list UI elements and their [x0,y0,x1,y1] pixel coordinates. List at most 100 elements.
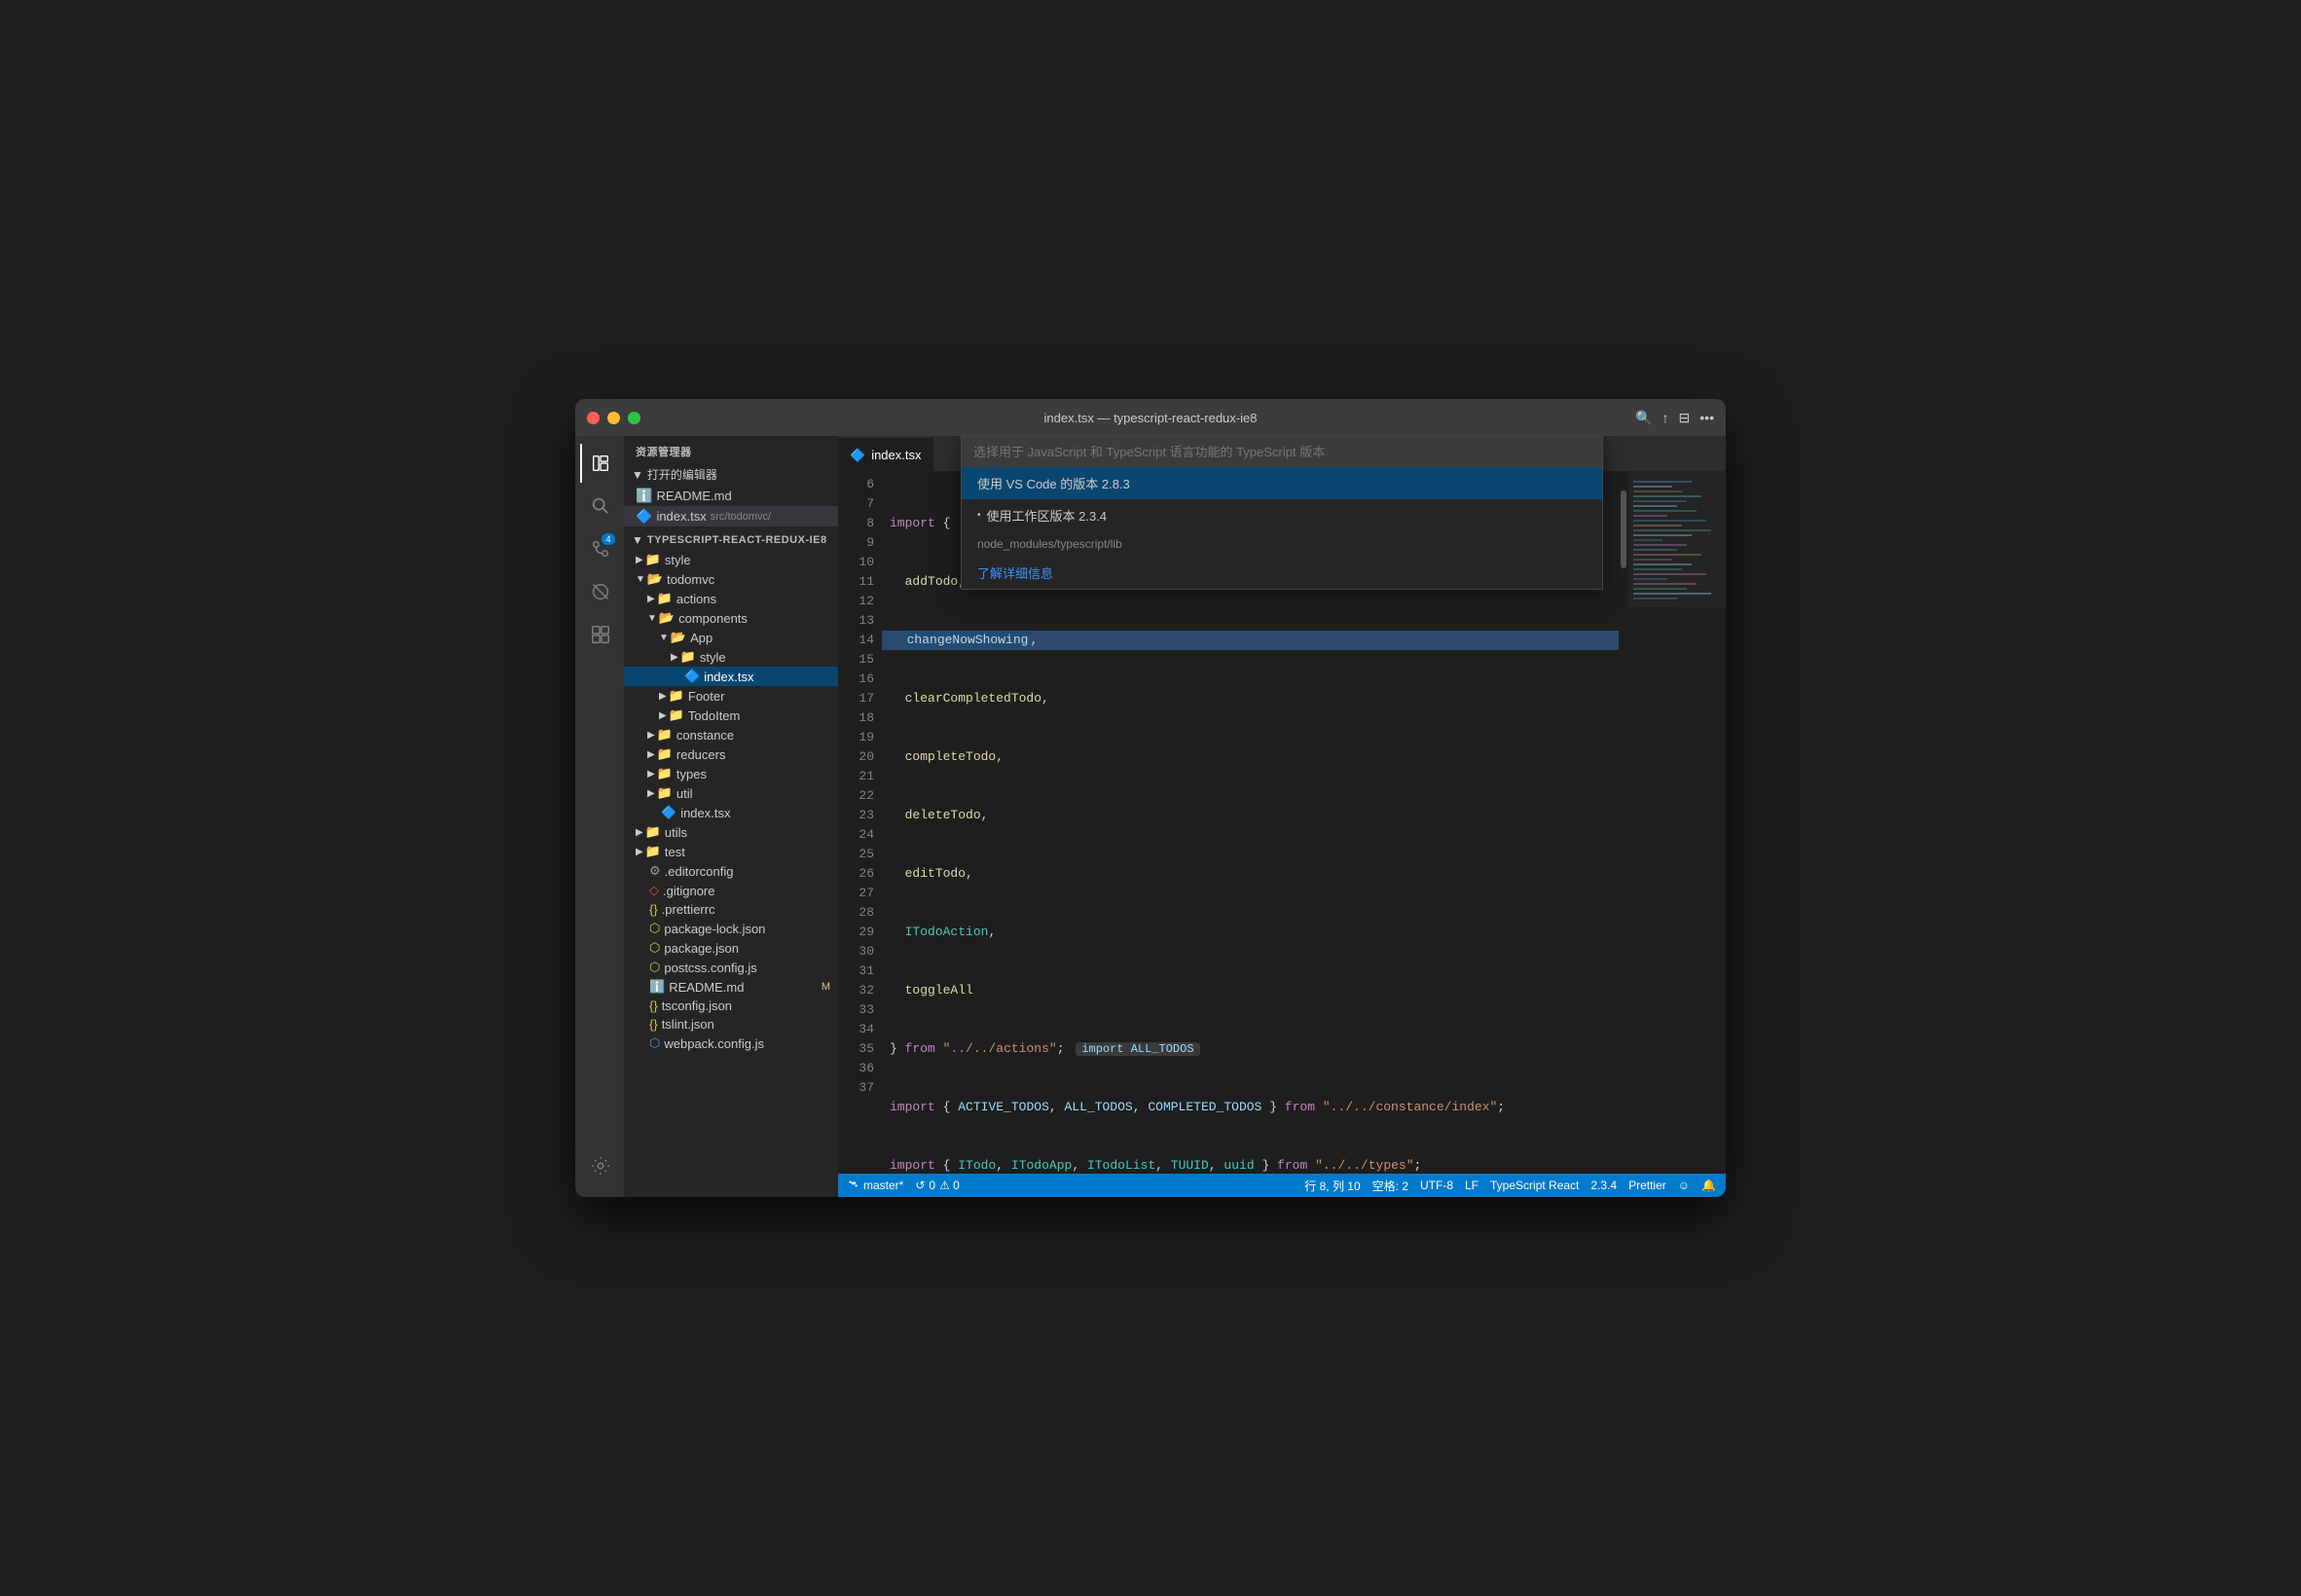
project-chevron: ▼ [632,533,643,547]
close-button[interactable] [587,412,600,424]
tree-utils[interactable]: ▶ 📁 utils [624,822,838,842]
chevron-test: ▶ [636,847,643,857]
tree-components[interactable]: ▼ 📂 components [624,608,838,628]
tree-prettierrc[interactable]: {} .prettierrc [624,900,838,919]
status-position[interactable]: 行 8, 列 10 [1304,1178,1360,1194]
package-lock-label: package-lock.json [664,922,765,936]
title-bar-actions: 🔍 ↑ ⊟ ••• [1635,410,1714,426]
tree-tslint[interactable]: {} tslint.json [624,1015,838,1034]
chevron-reducers: ▶ [647,749,655,760]
minimize-button[interactable] [607,412,620,424]
tree-package-lock[interactable]: ⬡ package-lock.json [624,919,838,938]
folder-app-style-label: style [700,650,726,665]
tree-todoitem[interactable]: ▶ 📁 TodoItem [624,706,838,725]
search-icon[interactable]: 🔍 [1635,410,1652,426]
ts-learn-more-link[interactable]: 了解详细信息 [962,557,1602,589]
ts-path-display: node_modules/typescript/lib [962,531,1602,557]
minimap-svg [1628,471,1726,1152]
ts-dropdown-search-input[interactable] [962,437,1602,467]
tree-package[interactable]: ⬡ package.json [624,938,838,958]
line-9: clearCompletedTodo, [882,689,1619,708]
open-editors-section[interactable]: ▼ 打开的编辑器 [624,463,838,486]
smiley-icon: ☺ [1678,1179,1690,1192]
open-editor-index[interactable]: 🔷 index.tsx src/todomvc/ [624,506,838,526]
tree-footer[interactable]: ▶ 📁 Footer [624,686,838,706]
folder-reducers-icon: 📁 [657,746,673,762]
tree-types[interactable]: ▶ 📁 types [624,764,838,783]
status-spaces[interactable]: 空格: 2 [1372,1178,1408,1194]
tree-util[interactable]: ▶ 📁 util [624,783,838,803]
tree-editorconfig[interactable]: ⚙ .editorconfig [624,861,838,881]
tree-actions[interactable]: ▶ 📁 actions [624,589,838,608]
ts-option-vscode[interactable]: 使用 VS Code 的版本 2.8.3 [962,467,1602,499]
line-14: toggleAll [882,981,1619,1000]
sidebar-header: 资源管理器 [624,436,838,463]
chevron-app: ▼ [659,633,669,643]
status-sync[interactable]: ↺ 0 ⚠ 0 [915,1179,960,1192]
prettier-label: Prettier [1628,1179,1666,1192]
status-bar: master* ↺ 0 ⚠ 0 行 8, 列 10 空格: 2 UTF-8 [838,1174,1726,1197]
tree-constance[interactable]: ▶ 📁 constance [624,725,838,744]
tree-test[interactable]: ▶ 📁 test [624,842,838,861]
tree-tsconfig[interactable]: {} tsconfig.json [624,997,838,1015]
tab-ts-icon: 🔷 [850,448,865,463]
folder-footer-label: Footer [688,689,725,704]
chevron-style: ▶ [636,555,643,565]
source-control-badge: 4 [602,533,615,545]
tree-index-tsx[interactable]: 🔷 index.tsx [624,667,838,686]
tab-index-tsx[interactable]: 🔷 index.tsx [838,438,933,471]
activity-source-control[interactable]: 4 [580,529,619,568]
open-editor-readme-name: README.md [656,489,731,503]
project-section[interactable]: ▼ TYPESCRIPT-REACT-REDUX-IE8 [624,530,838,550]
workspace-option-label: 使用工作区版本 2.3.4 [987,506,1108,525]
status-language[interactable]: TypeScript React [1490,1179,1579,1192]
activity-extensions[interactable] [580,615,619,654]
readme-icon: ℹ️ [649,979,665,995]
maximize-button[interactable] [628,412,640,424]
readme-badge: M [822,981,830,993]
gitignore-label: .gitignore [663,884,714,898]
activity-search[interactable] [580,487,619,526]
chevron-components: ▼ [647,613,657,624]
status-encoding[interactable]: UTF-8 [1420,1179,1453,1192]
scrollbar-thumb[interactable] [1621,490,1626,568]
tree-gitignore[interactable]: ◇ .gitignore [624,881,838,900]
status-smiley[interactable]: ☺ [1678,1179,1690,1192]
status-bell[interactable]: 🔔 [1701,1179,1716,1192]
ts-option-workspace[interactable]: • 使用工作区版本 2.3.4 [962,499,1602,531]
project-label: TYPESCRIPT-REACT-REDUX-IE8 [647,534,827,546]
tree-style[interactable]: ▶ 📁 style [624,550,838,569]
scrollbar-vertical[interactable] [1619,471,1628,1174]
sidebar: 资源管理器 ▼ 打开的编辑器 ℹ️ README.md 🔷 index.tsx … [624,436,838,1197]
folder-todomvc-label: todomvc [667,572,714,587]
more-icon[interactable]: ••• [1699,410,1714,425]
tree-app[interactable]: ▼ 📂 App [624,628,838,647]
status-ts-version[interactable]: 2.3.4 [1590,1179,1617,1192]
package-lock-icon: ⬡ [649,921,660,936]
open-editor-readme[interactable]: ℹ️ README.md [624,486,838,506]
layout-icon[interactable]: ⊟ [1679,410,1691,426]
tree-reducers[interactable]: ▶ 📁 reducers [624,744,838,764]
status-eol[interactable]: LF [1465,1179,1479,1192]
activity-settings[interactable] [580,1146,619,1185]
tree-todomvc[interactable]: ▼ 📂 todomvc [624,569,838,589]
share-icon[interactable]: ↑ [1662,410,1669,425]
tree-webpack[interactable]: ⬡ webpack.config.js [624,1034,838,1053]
status-prettier[interactable]: Prettier [1628,1179,1666,1192]
activity-explorer[interactable] [580,444,619,483]
import-hint: import ALL_TODOS [1076,1042,1199,1056]
tree-postcss[interactable]: ⬡ postcss.config.js [624,958,838,977]
tree-todomvc-index[interactable]: 🔷 index.tsx [624,803,838,822]
status-branch[interactable]: master* [848,1179,903,1192]
encoding-label: UTF-8 [1420,1179,1453,1192]
folder-actions-icon: 📁 [657,591,673,606]
tree-app-style[interactable]: ▶ 📁 style [624,647,838,667]
activity-debug[interactable] [580,572,619,611]
main-content: 4 [575,436,1726,1197]
ts-version-dropdown[interactable]: 使用 VS Code 的版本 2.8.3 • 使用工作区版本 2.3.4 nod… [961,436,1603,590]
line-13: ITodoAction, [882,923,1619,942]
tree-readme[interactable]: ℹ️ README.md M [624,977,838,997]
folder-types-label: types [676,767,707,781]
activity-bar: 4 [575,436,624,1197]
vscode-option-label: 使用 VS Code 的版本 2.8.3 [977,474,1130,492]
